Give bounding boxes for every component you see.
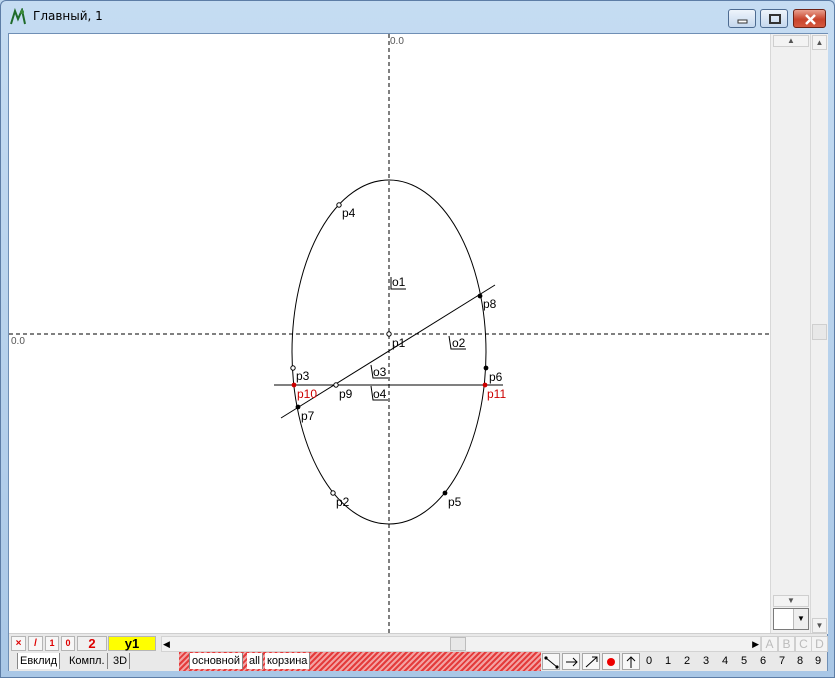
point-label-p2: p2 <box>336 495 350 509</box>
scroll-up-button[interactable]: ▲ <box>812 35 827 50</box>
side-scroll-down[interactable]: ▼ <box>773 595 809 607</box>
vertical-scroll-thumb[interactable] <box>812 324 827 340</box>
one-tool-button[interactable]: 1 <box>45 636 59 651</box>
point-label-p1: p1 <box>392 336 406 350</box>
point-p10 <box>291 382 297 388</box>
point-label-p3: p3 <box>296 369 310 383</box>
vertical-scrollbar[interactable]: ▲ ▼ <box>810 34 828 634</box>
horizontal-scrollbar[interactable]: ◀ ▶ <box>161 636 761 652</box>
side-scroll-up[interactable]: ▲ <box>773 35 809 47</box>
tab-3d[interactable]: 3D <box>111 653 131 669</box>
letter-button-a[interactable]: A <box>761 636 778 652</box>
point-label-p4: p4 <box>342 206 356 220</box>
letter-button-b[interactable]: B <box>778 636 795 652</box>
scroll-down-button[interactable]: ▼ <box>812 618 827 633</box>
arrow-diagonal-icon <box>585 656 598 668</box>
point-p9 <box>333 382 339 388</box>
digit-5[interactable]: 5 <box>735 653 753 670</box>
tab-layer-all[interactable]: all <box>247 653 264 669</box>
line-tool-button[interactable]: / <box>28 636 43 651</box>
point-p3 <box>290 365 296 371</box>
layer-dropdown[interactable]: ▼ <box>773 608 809 630</box>
digit-0[interactable]: 0 <box>640 653 658 670</box>
point-label-p8: p8 <box>483 297 497 311</box>
point-label-p10: p10 <box>297 387 317 401</box>
point-tool-button[interactable] <box>602 653 620 670</box>
ray-tool-button[interactable] <box>562 653 580 670</box>
digit-6[interactable]: 6 <box>754 653 772 670</box>
letter-button-c[interactable]: C <box>795 636 812 652</box>
client-area: 0.0 0.0 o1 o2 o3 o4 p1 p2 p3 p4 p5 p6 p7… <box>8 33 828 671</box>
close-button[interactable] <box>793 9 826 28</box>
segment-icon <box>544 656 559 669</box>
arrow-up-icon <box>626 656 636 668</box>
count-indicator: 2 <box>77 636 107 651</box>
point-label-p6: p6 <box>489 370 503 384</box>
digit-9[interactable]: 9 <box>809 653 827 670</box>
up-tool-button[interactable] <box>622 653 640 670</box>
object-label-o4: o4 <box>373 387 387 401</box>
point-label-p11: p11 <box>487 387 506 401</box>
object-label-o3: o3 <box>373 365 387 379</box>
main-window: Главный, 1 0.0 0.0 o1 o2 o3 o4 p1 p2 p3 … <box>0 0 835 678</box>
point-p1 <box>386 331 392 337</box>
object-label-o2: o2 <box>452 336 466 350</box>
tab-layer-trash[interactable]: корзина <box>265 653 311 669</box>
scroll-left-button[interactable]: ◀ <box>163 637 170 651</box>
digit-8[interactable]: 8 <box>791 653 809 670</box>
digit-7[interactable]: 7 <box>773 653 791 670</box>
window-title: Главный, 1 <box>33 9 103 23</box>
app-icon <box>9 6 27 26</box>
horizontal-scroll-thumb[interactable] <box>450 637 466 651</box>
toolbar-bottom: Евклид Компл. 3D основной all корзина 0 <box>9 652 827 671</box>
scroll-right-button[interactable]: ▶ <box>752 637 759 651</box>
point-p4 <box>336 202 342 208</box>
minimize-button[interactable] <box>728 9 756 28</box>
side-panel: ▲ ▼ ▼ <box>770 34 811 634</box>
delete-tool-button[interactable]: × <box>11 636 26 651</box>
chevron-down-icon: ▼ <box>793 609 808 629</box>
segment-tool-button[interactable] <box>542 653 560 670</box>
toolbar-top: × / 1 0 2 y1 ◀ ▶ A B C D <box>9 633 828 653</box>
digit-3[interactable]: 3 <box>697 653 715 670</box>
red-dot-icon <box>607 658 615 666</box>
digit-1[interactable]: 1 <box>659 653 677 670</box>
point-p5 <box>442 490 448 496</box>
point-p7 <box>295 404 301 410</box>
point-p8 <box>477 293 483 299</box>
arrow-right-icon <box>566 657 578 667</box>
point-p6 <box>483 365 489 371</box>
digit-4[interactable]: 4 <box>716 653 734 670</box>
point-p2 <box>330 490 336 496</box>
zero-tool-button[interactable]: 0 <box>61 636 75 651</box>
title-bar[interactable]: Главный, 1 <box>1 1 834 31</box>
y-origin-label: 0.0 <box>390 36 404 47</box>
point-label-p7: p7 <box>301 409 315 423</box>
drawing-canvas[interactable]: 0.0 0.0 o1 o2 o3 o4 p1 p2 p3 p4 p5 p6 p7… <box>9 34 769 634</box>
letter-button-d[interactable]: D <box>811 636 828 652</box>
point-label-p5: p5 <box>448 495 462 509</box>
vector-tool-button[interactable] <box>582 653 600 670</box>
current-object-indicator: y1 <box>108 636 156 651</box>
tab-layer-main[interactable]: основной <box>189 653 243 669</box>
tab-complex[interactable]: Компл. <box>67 653 108 669</box>
tab-euclid[interactable]: Евклид <box>17 653 61 669</box>
x-origin-label: 0.0 <box>11 336 25 347</box>
object-label-o1: o1 <box>392 275 406 289</box>
maximize-button[interactable] <box>760 9 788 28</box>
point-label-p9: p9 <box>339 387 353 401</box>
digit-2[interactable]: 2 <box>678 653 696 670</box>
